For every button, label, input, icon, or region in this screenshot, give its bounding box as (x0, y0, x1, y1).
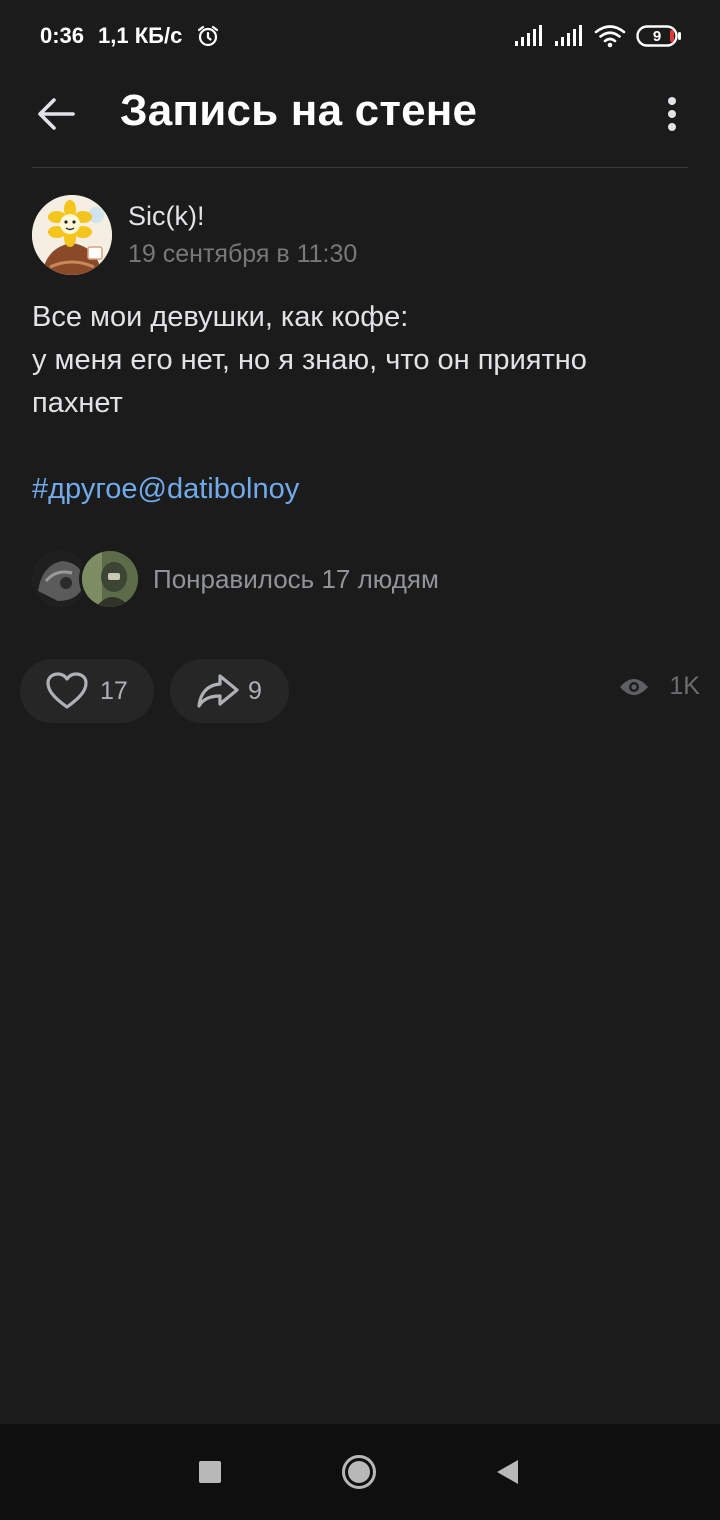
battery-icon: 9 (636, 25, 682, 47)
post-date: 19 сентября в 11:30 (128, 240, 358, 268)
likers-avatars[interactable] (32, 551, 142, 609)
arrow-left-icon (38, 98, 75, 130)
liker-avatar (32, 551, 88, 607)
header-divider (32, 167, 688, 168)
app-bar: Запись на стене (0, 72, 720, 168)
views-count: 1K (669, 672, 700, 700)
like-count: 17 (100, 676, 128, 705)
status-left: 0:36 1,1 КБ/с (40, 23, 220, 49)
recent-apps-button[interactable] (199, 1461, 221, 1483)
back-button[interactable] (34, 92, 78, 136)
likes-summary[interactable]: Понравилось 17 людям (153, 564, 439, 595)
signal-icon (514, 25, 544, 47)
share-arrow-icon (197, 674, 239, 708)
system-back-button[interactable] (494, 1458, 520, 1486)
signal-icon-2 (554, 25, 584, 47)
like-button[interactable]: 17 (20, 659, 154, 723)
share-button[interactable]: 9 (170, 659, 289, 723)
heart-icon (46, 672, 88, 709)
back-triangle-icon (497, 1460, 518, 1484)
home-circle-icon (342, 1455, 376, 1489)
screen: 0:36 1,1 КБ/с 9 Запись на стене Sic(k)! … (0, 0, 720, 1520)
wifi-icon (594, 24, 626, 48)
share-count: 9 (248, 676, 262, 705)
avatar-image (32, 195, 112, 275)
post-text-line: у меня его нет, но я знаю, что он приятн… (32, 344, 587, 376)
status-bar: 0:36 1,1 КБ/с 9 (0, 0, 720, 72)
hashtag-link[interactable]: #другое@datibolnoy (32, 468, 299, 511)
liker-avatar (82, 551, 138, 607)
system-nav-bar (0, 1424, 720, 1520)
more-menu-button[interactable] (652, 90, 692, 138)
status-net-speed: 1,1 КБ/с (98, 23, 183, 48)
page-title: Запись на стене (120, 86, 478, 135)
post-text: Все мои девушки, как кофе: у меня его не… (32, 296, 692, 425)
post-text-line: Все мои девушки, как кофе: (32, 301, 409, 333)
battery-level: 9 (652, 27, 662, 45)
author-name[interactable]: Sic(k)! (128, 201, 205, 232)
more-vertical-icon (668, 97, 676, 131)
eye-icon (620, 678, 649, 695)
author-avatar[interactable] (32, 195, 112, 275)
views-counter: 1K (619, 672, 700, 701)
status-time: 0:36 (40, 23, 85, 48)
post-text-line: пахнет (32, 387, 123, 419)
alarm-icon (196, 24, 220, 48)
status-right: 9 (514, 24, 682, 48)
home-button[interactable] (341, 1454, 377, 1490)
